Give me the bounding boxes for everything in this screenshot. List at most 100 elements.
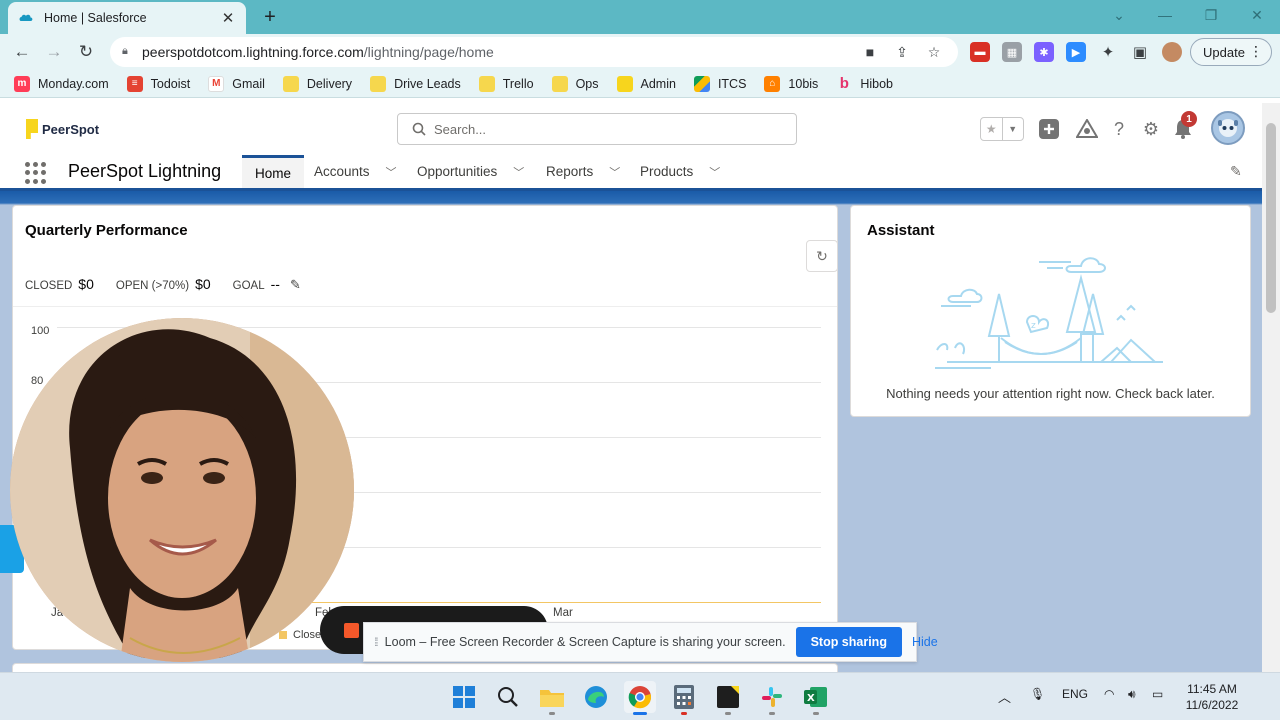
scrollbar-thumb[interactable]	[1266, 123, 1276, 313]
update-button[interactable]: Update ⋮	[1190, 38, 1272, 66]
sticky-notes-icon[interactable]	[712, 681, 744, 715]
bookmark-gmail[interactable]: M Gmail	[208, 75, 265, 92]
bookmark-monday[interactable]: m Monday.com	[14, 75, 109, 92]
trailhead-icon[interactable]	[1075, 117, 1099, 141]
zoom-extension-icon[interactable]: ▶	[1066, 42, 1086, 62]
close-window-button[interactable]: ✕	[1234, 0, 1280, 30]
microphone-icon[interactable]: 🎙︎	[1030, 687, 1045, 701]
bookmark-itcs[interactable]: ITCS	[693, 75, 746, 92]
forward-icon[interactable]: →	[42, 40, 66, 64]
webcam-bubble	[10, 318, 354, 662]
tray-overflow-icon[interactable]: ︿	[998, 687, 1011, 706]
help-icon[interactable]: ?	[1107, 117, 1131, 141]
restore-button[interactable]: ❐	[1188, 0, 1234, 30]
wifi-icon[interactable]: ◠	[1104, 687, 1114, 701]
nav-item-home[interactable]: Home	[242, 155, 305, 188]
favorites-control[interactable]: ★ ▼	[980, 117, 1024, 141]
bookmark-10bis[interactable]: ⌂ 10bis	[764, 75, 818, 92]
address-bar[interactable]: 🔒︎ peerspotdotcom.lightning.force.com/li…	[110, 37, 958, 67]
input-language[interactable]: ENG	[1062, 687, 1088, 701]
update-label: Update	[1203, 44, 1245, 60]
back-icon[interactable]: ←	[10, 40, 34, 64]
svg-text:X: X	[807, 693, 815, 704]
favorites-star-icon[interactable]: ★	[981, 118, 1002, 140]
edit-goal-pencil-icon[interactable]: ✎	[290, 277, 301, 293]
windows-start-icon[interactable]	[448, 681, 480, 713]
global-actions-icon[interactable]	[1037, 117, 1061, 141]
user-avatar[interactable]	[1211, 111, 1245, 145]
excel-icon[interactable]: X	[800, 681, 832, 715]
page-scrollbar[interactable]	[1262, 103, 1280, 672]
legend-swatch	[279, 631, 287, 639]
loom-stop-recording-icon[interactable]	[344, 623, 359, 638]
bookmark-todoist[interactable]: ≡ Todoist	[126, 75, 190, 92]
calculator-icon[interactable]	[668, 681, 700, 715]
chevron-down-icon[interactable]: ﹀	[386, 164, 397, 180]
notification-badge: 1	[1181, 111, 1197, 127]
minimize-button[interactable]: —	[1142, 0, 1188, 30]
file-explorer-icon[interactable]	[536, 681, 568, 715]
setup-gear-icon[interactable]: ⚙	[1139, 117, 1163, 141]
bookmark-hibob[interactable]: b Hibob	[836, 75, 893, 92]
chevron-down-icon[interactable]: ﹀	[609, 164, 620, 180]
bookmark-admin[interactable]: Admin	[616, 75, 676, 92]
share-icon[interactable]: ⇪	[890, 40, 914, 64]
svg-text:z: z	[1031, 321, 1036, 331]
nav-item-accounts[interactable]: Accounts ﹀	[314, 155, 397, 188]
global-search-input[interactable]: Search...	[397, 113, 797, 145]
assistant-title: Assistant	[867, 222, 935, 239]
peerspot-logo[interactable]: PeerSpot	[26, 119, 99, 139]
y-tick-label: 80	[31, 375, 44, 387]
tab-close-icon[interactable]: ✕	[220, 9, 236, 27]
chevron-down-icon[interactable]: ﹀	[709, 164, 720, 180]
nav-item-reports[interactable]: Reports ﹀	[546, 155, 620, 188]
reload-icon[interactable]: ↻	[74, 40, 98, 64]
extension-red-icon[interactable]: ▬	[970, 42, 990, 62]
profile-avatar-icon[interactable]	[1162, 42, 1182, 62]
bookmark-delivery[interactable]: Delivery	[282, 75, 352, 92]
chevron-down-icon[interactable]: ﹀	[513, 164, 524, 180]
volume-icon[interactable]: 🔊︎	[1128, 687, 1136, 702]
side-panel-icon[interactable]: ▣	[1130, 42, 1150, 62]
extension-flower-icon[interactable]: ✱	[1034, 42, 1054, 62]
search-icon	[412, 122, 426, 136]
chart-legend: Close	[279, 629, 321, 641]
favorites-dropdown-icon[interactable]: ▼	[1001, 118, 1024, 140]
new-tab-button[interactable]: +	[258, 5, 282, 29]
open-label: OPEN (>70%)	[115, 280, 190, 292]
search-icon[interactable]	[492, 681, 524, 713]
system-clock[interactable]: 11:45 AM 11/6/2022	[1182, 681, 1242, 713]
salesforce-global-header: PeerSpot Search... ★ ▼ ? ⚙ 1	[0, 103, 1262, 155]
monday-icon: m	[14, 75, 30, 92]
browser-toolbar: ← → ↻ 🔒︎ peerspotdotcom.lightning.force.…	[0, 34, 1280, 70]
edit-nav-pencil-icon[interactable]: ✎	[1230, 163, 1242, 180]
closed-label: CLOSED	[25, 280, 73, 292]
drag-handle-icon[interactable]: ⁞⁞	[374, 635, 378, 649]
app-launcher-icon[interactable]	[25, 162, 47, 184]
nav-item-products[interactable]: Products ﹀	[640, 155, 720, 188]
peerspot-logo-mark-icon	[26, 119, 38, 139]
extensions-puzzle-icon[interactable]: ✦	[1098, 42, 1118, 62]
extension-grey-icon[interactable]: ▦	[1002, 42, 1022, 62]
bookmark-trello[interactable]: Trello	[478, 75, 534, 92]
bookmark-drive-leads[interactable]: Drive Leads	[370, 75, 461, 92]
slack-icon[interactable]	[756, 681, 788, 715]
stop-sharing-button[interactable]: Stop sharing	[795, 627, 902, 657]
browser-tab[interactable]: Home | Salesforce ✕	[8, 2, 246, 34]
edge-icon[interactable]	[580, 681, 612, 713]
camera-icon[interactable]: ■	[858, 40, 882, 64]
chrome-icon[interactable]	[624, 681, 656, 715]
hide-button[interactable]: Hide	[912, 635, 938, 649]
bookmark-star-icon[interactable]: ☆	[922, 40, 946, 64]
nav-item-opportunities[interactable]: Opportunities ﹀	[417, 155, 524, 188]
bookmark-ops[interactable]: Ops	[551, 75, 599, 92]
battery-icon[interactable]: ▭	[1152, 687, 1163, 701]
tab-title: Home | Salesforce	[44, 11, 147, 25]
clock-date: 11/6/2022	[1185, 698, 1239, 712]
folder-icon	[616, 75, 633, 92]
more-menu-icon[interactable]: ⋮	[1249, 43, 1263, 60]
sharing-message: Loom – Free Screen Recorder & Screen Cap…	[384, 635, 786, 649]
google-drive-icon	[693, 75, 710, 92]
refresh-icon[interactable]: ↻	[806, 240, 838, 272]
tab-search-icon[interactable]: ⌄	[1096, 0, 1142, 30]
